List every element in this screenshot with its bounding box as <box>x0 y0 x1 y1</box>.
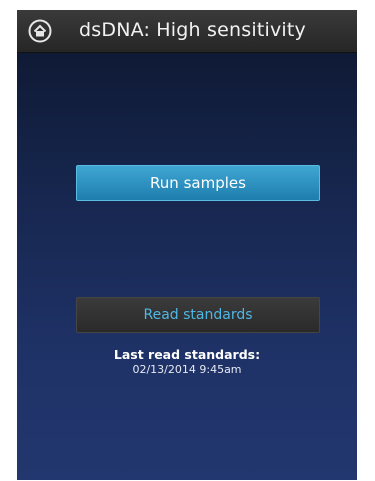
main-panel: Run samples Read standards Last read sta… <box>17 53 357 480</box>
run-samples-button[interactable]: Run samples <box>76 165 320 201</box>
home-button[interactable] <box>28 19 52 43</box>
read-standards-button[interactable]: Read standards <box>76 297 320 333</box>
page-title: dsDNA: High sensitivity <box>79 19 306 41</box>
device-screen: dsDNA: High sensitivity Run samples Read… <box>17 10 357 480</box>
header-bar: dsDNA: High sensitivity <box>17 10 357 53</box>
last-read-standards-timestamp: 02/13/2014 9:45am <box>132 363 242 376</box>
home-icon <box>28 19 52 43</box>
last-read-standards-label: Last read standards: <box>113 347 261 362</box>
